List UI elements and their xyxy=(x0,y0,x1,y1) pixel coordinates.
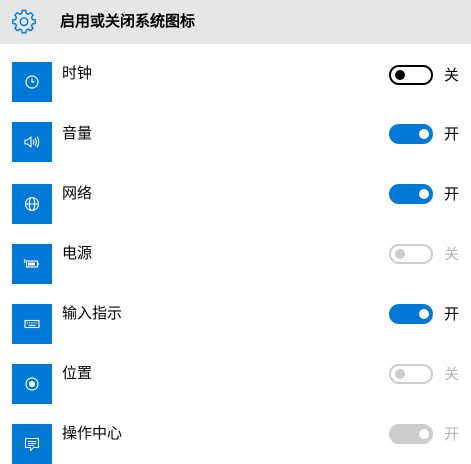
clock-icon xyxy=(25,75,39,89)
action-center-icon xyxy=(24,437,40,452)
network-tile xyxy=(12,184,52,224)
input-indicator-tile xyxy=(12,304,52,344)
volume-toggle[interactable] xyxy=(389,124,433,144)
action-center-state: 开 xyxy=(444,425,460,443)
volume-state: 开 xyxy=(444,125,460,143)
volume-icon xyxy=(24,136,40,148)
toggle-knob xyxy=(419,309,429,319)
volume-tile xyxy=(12,122,52,162)
location-label: 位置 xyxy=(62,364,93,382)
network-state: 开 xyxy=(444,185,460,203)
network-label: 网络 xyxy=(62,184,93,202)
toggle-knob xyxy=(395,249,405,259)
list-item-location: 位置 关 xyxy=(0,344,471,404)
gear-icon xyxy=(12,9,36,34)
clock-state: 关 xyxy=(444,66,460,84)
input-indicator-toggle[interactable] xyxy=(389,304,433,324)
list-item-action-center: 操作中心 开 xyxy=(0,404,471,464)
keyboard-icon xyxy=(24,319,40,329)
toggle-knob xyxy=(419,189,429,199)
toggle-knob xyxy=(419,429,429,439)
list-item-power: 电源 关 xyxy=(0,224,471,284)
header-bar: 启用或关闭系统图标 xyxy=(0,0,471,44)
power-state: 关 xyxy=(444,245,460,263)
action-center-label: 操作中心 xyxy=(62,424,123,442)
toggle-knob xyxy=(395,369,405,379)
network-toggle[interactable] xyxy=(389,184,433,204)
location-icon xyxy=(25,377,39,391)
list-item-network: 网络 开 xyxy=(0,164,471,224)
list-item-volume: 音量 开 xyxy=(0,104,471,164)
clock-toggle[interactable] xyxy=(389,65,433,85)
action-center-tile xyxy=(12,424,52,464)
battery-icon xyxy=(23,258,39,268)
list-item-input-indicator: 输入指示 开 xyxy=(0,284,471,344)
toggle-knob xyxy=(419,129,429,139)
location-toggle[interactable] xyxy=(389,364,433,384)
power-toggle[interactable] xyxy=(389,244,433,264)
clock-label: 时钟 xyxy=(62,64,93,82)
location-state: 关 xyxy=(444,365,460,383)
input-indicator-label: 输入指示 xyxy=(62,304,123,322)
clock-tile xyxy=(12,62,52,102)
location-tile xyxy=(12,364,52,404)
volume-label: 音量 xyxy=(62,124,93,142)
power-label: 电源 xyxy=(62,244,93,262)
toggle-knob xyxy=(395,70,405,80)
power-tile xyxy=(12,244,52,284)
page-title: 启用或关闭系统图标 xyxy=(60,12,196,30)
network-globe-icon xyxy=(24,196,40,212)
list-item-clock: 时钟 关 xyxy=(0,44,471,104)
input-indicator-state: 开 xyxy=(444,305,460,323)
action-center-toggle[interactable] xyxy=(389,424,433,444)
